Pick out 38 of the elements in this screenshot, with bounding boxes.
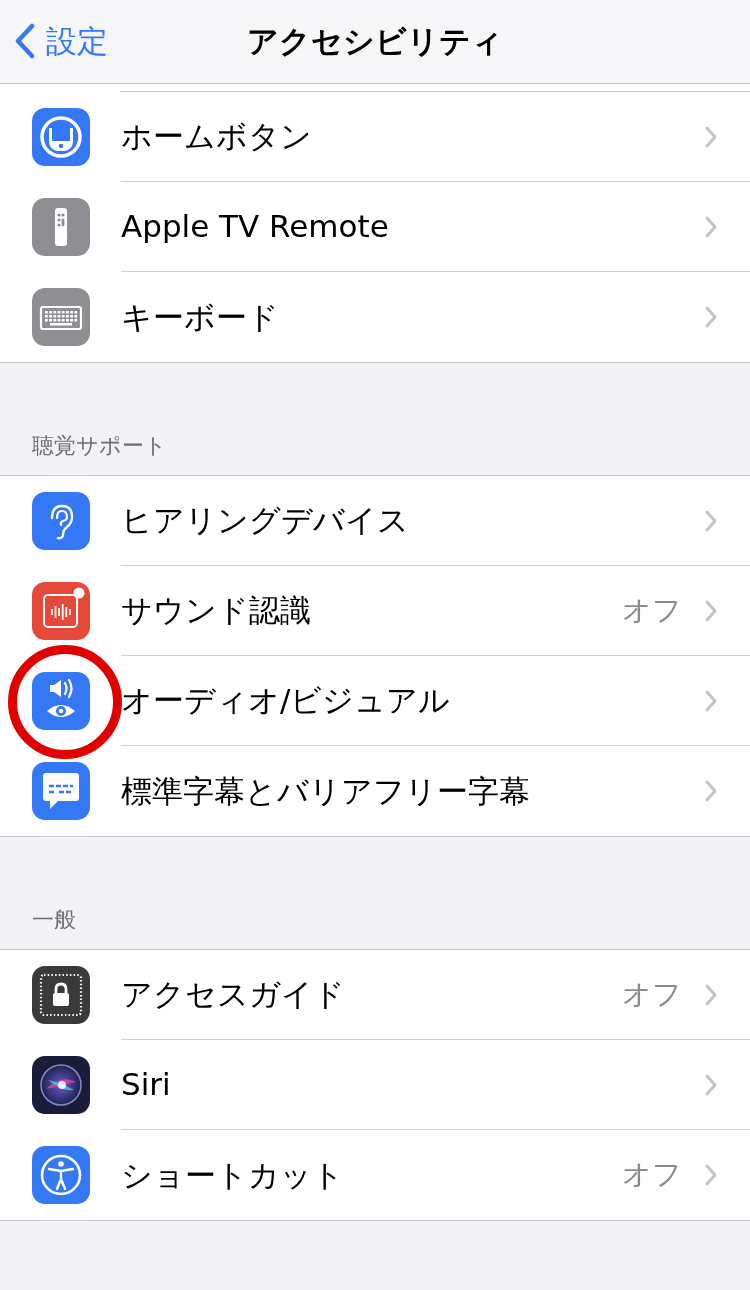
orb-icon bbox=[32, 1056, 90, 1114]
row-value: オフ bbox=[622, 591, 682, 629]
speaker-eye-icon bbox=[32, 672, 90, 730]
back-chevron-icon bbox=[14, 23, 36, 60]
chevron-icon bbox=[704, 598, 718, 623]
chevron-icon bbox=[704, 124, 718, 149]
row-label: オーディオ/ビジュアル bbox=[121, 681, 452, 721]
keyboard-icon bbox=[32, 288, 90, 346]
row-label: アクセスガイド bbox=[121, 975, 346, 1015]
row-label: キーボード bbox=[121, 297, 280, 337]
waveform-icon bbox=[32, 582, 90, 640]
chevron-icon bbox=[704, 305, 718, 329]
row-label: ショートカット bbox=[121, 1155, 345, 1195]
speech-bubble-icon bbox=[32, 762, 90, 820]
row-label: Siri bbox=[121, 1065, 172, 1105]
ear-icon bbox=[32, 492, 90, 550]
back-button[interactable]: 設定 bbox=[14, 18, 108, 65]
chevron-icon bbox=[704, 982, 718, 1007]
remote-icon bbox=[32, 198, 90, 256]
row-label: サウンド認識 bbox=[121, 591, 312, 631]
accessibility-icon bbox=[32, 1146, 90, 1204]
chevron-icon bbox=[704, 508, 718, 533]
chevron-icon bbox=[704, 1163, 718, 1187]
chevron-icon bbox=[704, 214, 718, 239]
page-title: アクセシビリティ bbox=[247, 22, 503, 62]
row-value: オフ bbox=[622, 975, 682, 1013]
section-header: 一般 bbox=[32, 907, 76, 932]
section-header: 聴覚サポート bbox=[32, 433, 167, 458]
row-label: ヒアリングデバイス bbox=[121, 501, 410, 541]
row-label: Apple TV Remote bbox=[121, 207, 390, 247]
row-label: 標準字幕とバリアフリー字幕 bbox=[121, 771, 531, 811]
chevron-icon bbox=[704, 779, 718, 803]
row-value: オフ bbox=[622, 1156, 682, 1194]
home-button-icon bbox=[32, 108, 90, 166]
chevron-icon bbox=[704, 688, 718, 713]
row-label: ホームボタン bbox=[121, 117, 313, 157]
lock-icon bbox=[32, 966, 90, 1024]
chevron-icon bbox=[704, 1072, 718, 1097]
